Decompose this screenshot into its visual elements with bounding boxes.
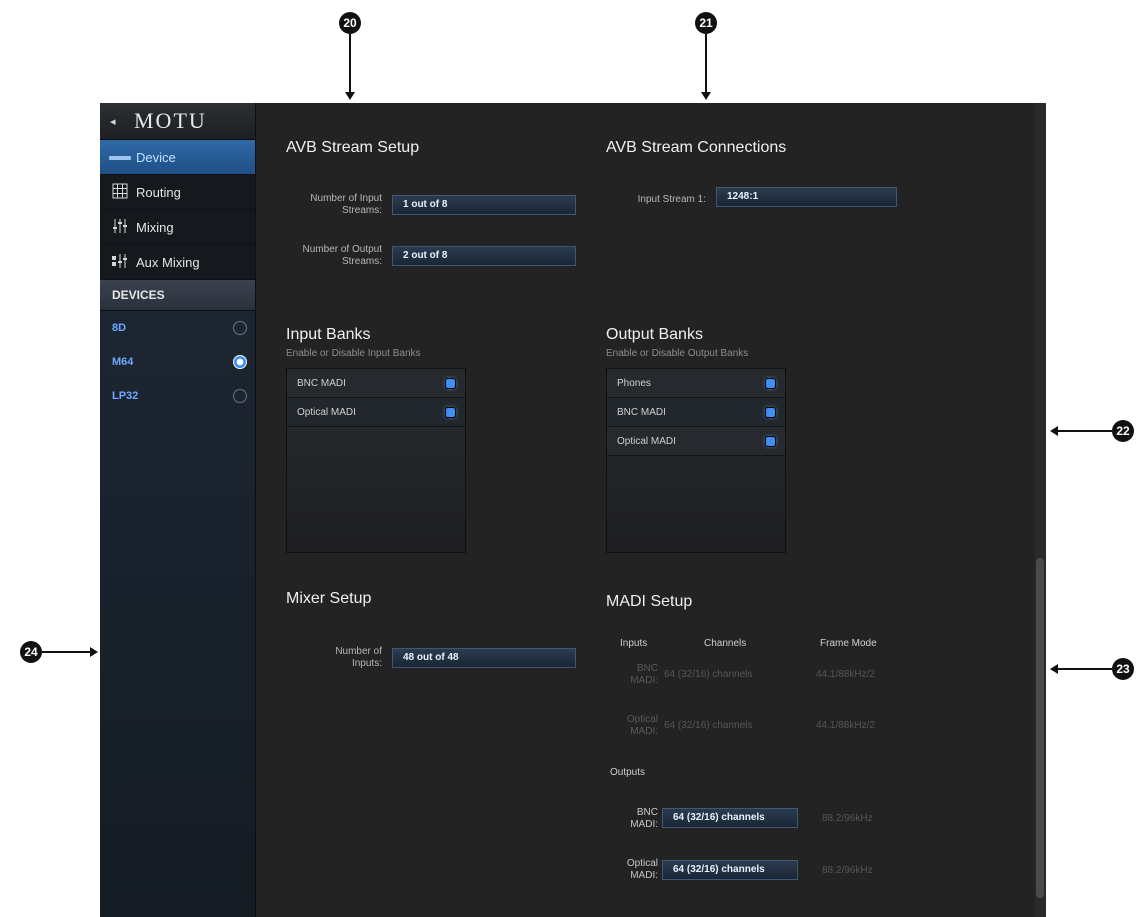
- callout-22: 22: [1112, 420, 1134, 442]
- input-stream-1-select[interactable]: 1248:1: [716, 187, 897, 207]
- madi-col-inputs: Inputs: [620, 638, 648, 649]
- callout-20: 20: [339, 12, 361, 34]
- nav-item-aux-mixing[interactable]: Aux Mixing: [100, 245, 255, 280]
- nav-item-label: Aux Mixing: [136, 254, 200, 270]
- madi-input-bnc-channels: 64 (32/16) channels: [664, 669, 753, 680]
- output-banks-panel: Phones BNC MADI Optical MADI: [606, 368, 786, 553]
- madi-output-bnc-channels-select[interactable]: 64 (32/16) channels: [662, 808, 798, 828]
- aux-faders-icon: [108, 253, 132, 272]
- input-banks-panel: BNC MADI Optical MADI: [286, 368, 466, 553]
- logo-bar: ◂ MOTU: [100, 103, 255, 140]
- output-bank-bnc-madi[interactable]: BNC MADI: [607, 398, 785, 427]
- output-banks-subtitle: Enable or Disable Output Banks: [606, 348, 749, 359]
- bank-checkbox[interactable]: [766, 378, 775, 388]
- app-window: ◂ MOTU Device Routing Mixing Aux Mixing …: [100, 103, 1046, 917]
- callout-21: 21: [695, 12, 717, 34]
- input-streams-label: Number of Input Streams:: [310, 193, 382, 216]
- input-streams-select[interactable]: 1 out of 8: [392, 195, 576, 215]
- output-bank-phones[interactable]: Phones: [607, 369, 785, 398]
- output-banks-title: Output Banks: [606, 326, 703, 343]
- madi-output-bnc-frame: 88.2/96kHz: [822, 813, 873, 824]
- grid-icon: [108, 183, 132, 202]
- nav-item-mixing[interactable]: Mixing: [100, 210, 255, 245]
- madi-output-bnc-label: BNC MADI:: [630, 807, 658, 830]
- scrollbar-track[interactable]: [1035, 103, 1046, 917]
- device-radio-selected[interactable]: [233, 355, 247, 369]
- madi-outputs-header: Outputs: [610, 767, 646, 778]
- callout-23-arrow: [1050, 664, 1058, 674]
- madi-col-channels: Channels: [704, 638, 747, 649]
- madi-input-bnc-label: BNC MADI:: [630, 663, 658, 686]
- device-name: LP32: [112, 390, 139, 402]
- nav-item-routing[interactable]: Routing: [100, 175, 255, 210]
- nav-item-label: Mixing: [136, 219, 174, 235]
- madi-output-optical-frame: 88.2/96kHz: [822, 865, 873, 876]
- callout-24-line: [42, 651, 90, 653]
- input-banks-title: Input Banks: [286, 326, 371, 343]
- nav-item-device[interactable]: Device: [100, 140, 255, 175]
- input-bank-optical-madi[interactable]: Optical MADI: [287, 398, 465, 427]
- device-item-lp32[interactable]: LP32: [100, 379, 255, 413]
- bank-checkbox[interactable]: [766, 436, 775, 446]
- nav-item-label: Device: [136, 149, 176, 165]
- callout-24-arrow: [90, 647, 98, 657]
- madi-input-optical-label: Optical MADI:: [626, 714, 658, 737]
- device-item-8d[interactable]: 8D: [100, 311, 255, 345]
- callout-20-line: [349, 34, 351, 92]
- bank-checkbox[interactable]: [446, 407, 455, 417]
- input-bank-bnc-madi[interactable]: BNC MADI: [287, 369, 465, 398]
- collapse-sidebar-icon[interactable]: ◂: [110, 115, 126, 128]
- madi-col-frame-mode: Frame Mode: [820, 638, 877, 649]
- nav-item-label: Routing: [136, 184, 181, 200]
- madi-setup-title: MADI Setup: [606, 593, 693, 610]
- bank-label: Phones: [617, 377, 651, 389]
- callout-23: 23: [1112, 658, 1134, 680]
- device-name: 8D: [112, 322, 127, 334]
- bank-label: BNC MADI: [617, 406, 666, 418]
- input-stream-1-label: Input Stream 1:: [637, 194, 706, 205]
- device-radio[interactable]: [233, 321, 247, 335]
- bank-label: BNC MADI: [297, 377, 346, 389]
- callout-22-arrow: [1050, 426, 1058, 436]
- scrollbar-thumb[interactable]: [1036, 558, 1044, 898]
- main-panel: AVB Stream Setup Number of Input Streams…: [256, 103, 1046, 917]
- madi-input-optical-channels: 64 (32/16) channels: [664, 720, 753, 731]
- bank-label: Optical MADI: [297, 406, 356, 418]
- callout-21-arrow: [701, 92, 711, 100]
- callout-21-line: [705, 34, 707, 92]
- devices-header: DEVICES: [100, 280, 255, 311]
- output-streams-select[interactable]: 2 out of 8: [392, 246, 576, 266]
- mixer-inputs-select[interactable]: 48 out of 48: [392, 648, 576, 668]
- mixer-setup-title: Mixer Setup: [286, 590, 372, 607]
- sidebar: ◂ MOTU Device Routing Mixing Aux Mixing …: [100, 103, 256, 917]
- faders-icon: [108, 218, 132, 237]
- bank-label: Optical MADI: [617, 435, 676, 447]
- callout-23-line: [1058, 668, 1112, 670]
- callout-22-line: [1058, 430, 1112, 432]
- madi-input-optical-frame: 44.1/88kHz/2: [816, 720, 875, 731]
- madi-output-optical-channels-select[interactable]: 64 (32/16) channels: [662, 860, 798, 880]
- madi-output-optical-label: Optical MADI:: [626, 858, 658, 881]
- avb-stream-setup-title: AVB Stream Setup: [286, 139, 420, 156]
- device-icon: [108, 149, 132, 165]
- madi-input-bnc-frame: 44.1/88kHz/2: [816, 669, 875, 680]
- bank-checkbox[interactable]: [446, 378, 455, 388]
- output-streams-label: Number of Output Streams:: [302, 244, 382, 267]
- motu-logo: MOTU: [134, 108, 207, 133]
- input-banks-subtitle: Enable or Disable Input Banks: [286, 348, 421, 359]
- device-radio[interactable]: [233, 389, 247, 403]
- device-item-m64[interactable]: M64: [100, 345, 255, 379]
- bank-checkbox[interactable]: [766, 407, 775, 417]
- mixer-inputs-label: Number of Inputs:: [335, 646, 382, 669]
- device-name: M64: [112, 356, 134, 368]
- output-bank-optical-madi[interactable]: Optical MADI: [607, 427, 785, 456]
- callout-24: 24: [20, 641, 42, 663]
- avb-stream-connections-title: AVB Stream Connections: [606, 139, 787, 156]
- callout-20-arrow: [345, 92, 355, 100]
